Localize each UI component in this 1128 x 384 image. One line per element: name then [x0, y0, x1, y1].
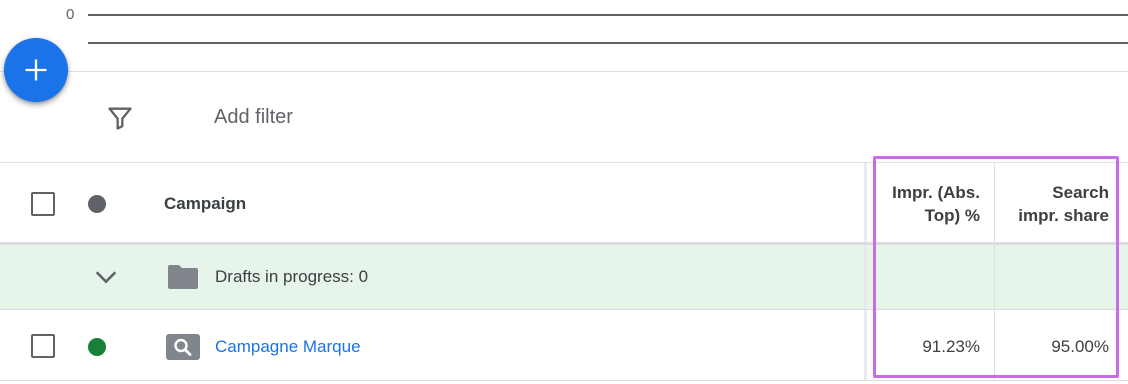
column-header-label: impr. share	[1018, 206, 1109, 225]
select-all-checkbox[interactable]	[31, 192, 55, 216]
chart-gridline	[88, 14, 1128, 16]
search-impr-share-value: 95.00%	[1051, 337, 1109, 356]
row-checkbox[interactable]	[31, 334, 55, 358]
chevron-down-icon[interactable]	[92, 263, 120, 291]
status-enabled-icon	[88, 338, 106, 356]
impr-abs-top-value: 91.23%	[922, 337, 980, 356]
column-divider	[994, 310, 995, 380]
column-divider	[864, 310, 867, 380]
column-header-label: Top) %	[924, 206, 980, 225]
column-header-impr-abs-top[interactable]: Impr. (Abs. Top) %	[860, 181, 980, 227]
column-header-label: Impr. (Abs.	[892, 183, 980, 202]
table-header-row: Campaign Impr. (Abs. Top) % Search impr.…	[0, 163, 1128, 245]
folder-icon	[168, 265, 198, 289]
table-row: Campagne Marque 91.23% 95.00%	[0, 310, 1128, 381]
column-header-label: Search	[1052, 183, 1109, 202]
drafts-label: Drafts in progress: 0	[215, 267, 369, 286]
y-axis-zero-label: 0	[66, 6, 75, 23]
drafts-row: Drafts in progress: 0	[0, 245, 1128, 310]
chart-gridline	[88, 42, 1128, 44]
campaign-link[interactable]: Campagne Marque	[215, 337, 361, 357]
add-filter-button[interactable]: Add filter	[214, 106, 293, 129]
column-divider	[864, 245, 867, 309]
column-header-campaign[interactable]: Campaign	[164, 194, 246, 214]
search-campaign-icon	[166, 334, 200, 360]
filter-bar: Add filter	[0, 72, 1128, 162]
status-column-icon	[88, 195, 106, 213]
performance-chart: 0	[0, 0, 1128, 72]
column-header-search-impr-share[interactable]: Search impr. share	[999, 181, 1109, 227]
column-divider	[994, 163, 995, 242]
column-divider	[994, 245, 995, 309]
campaign-table: Campaign Impr. (Abs. Top) % Search impr.…	[0, 163, 1128, 381]
filter-icon[interactable]	[106, 104, 134, 132]
